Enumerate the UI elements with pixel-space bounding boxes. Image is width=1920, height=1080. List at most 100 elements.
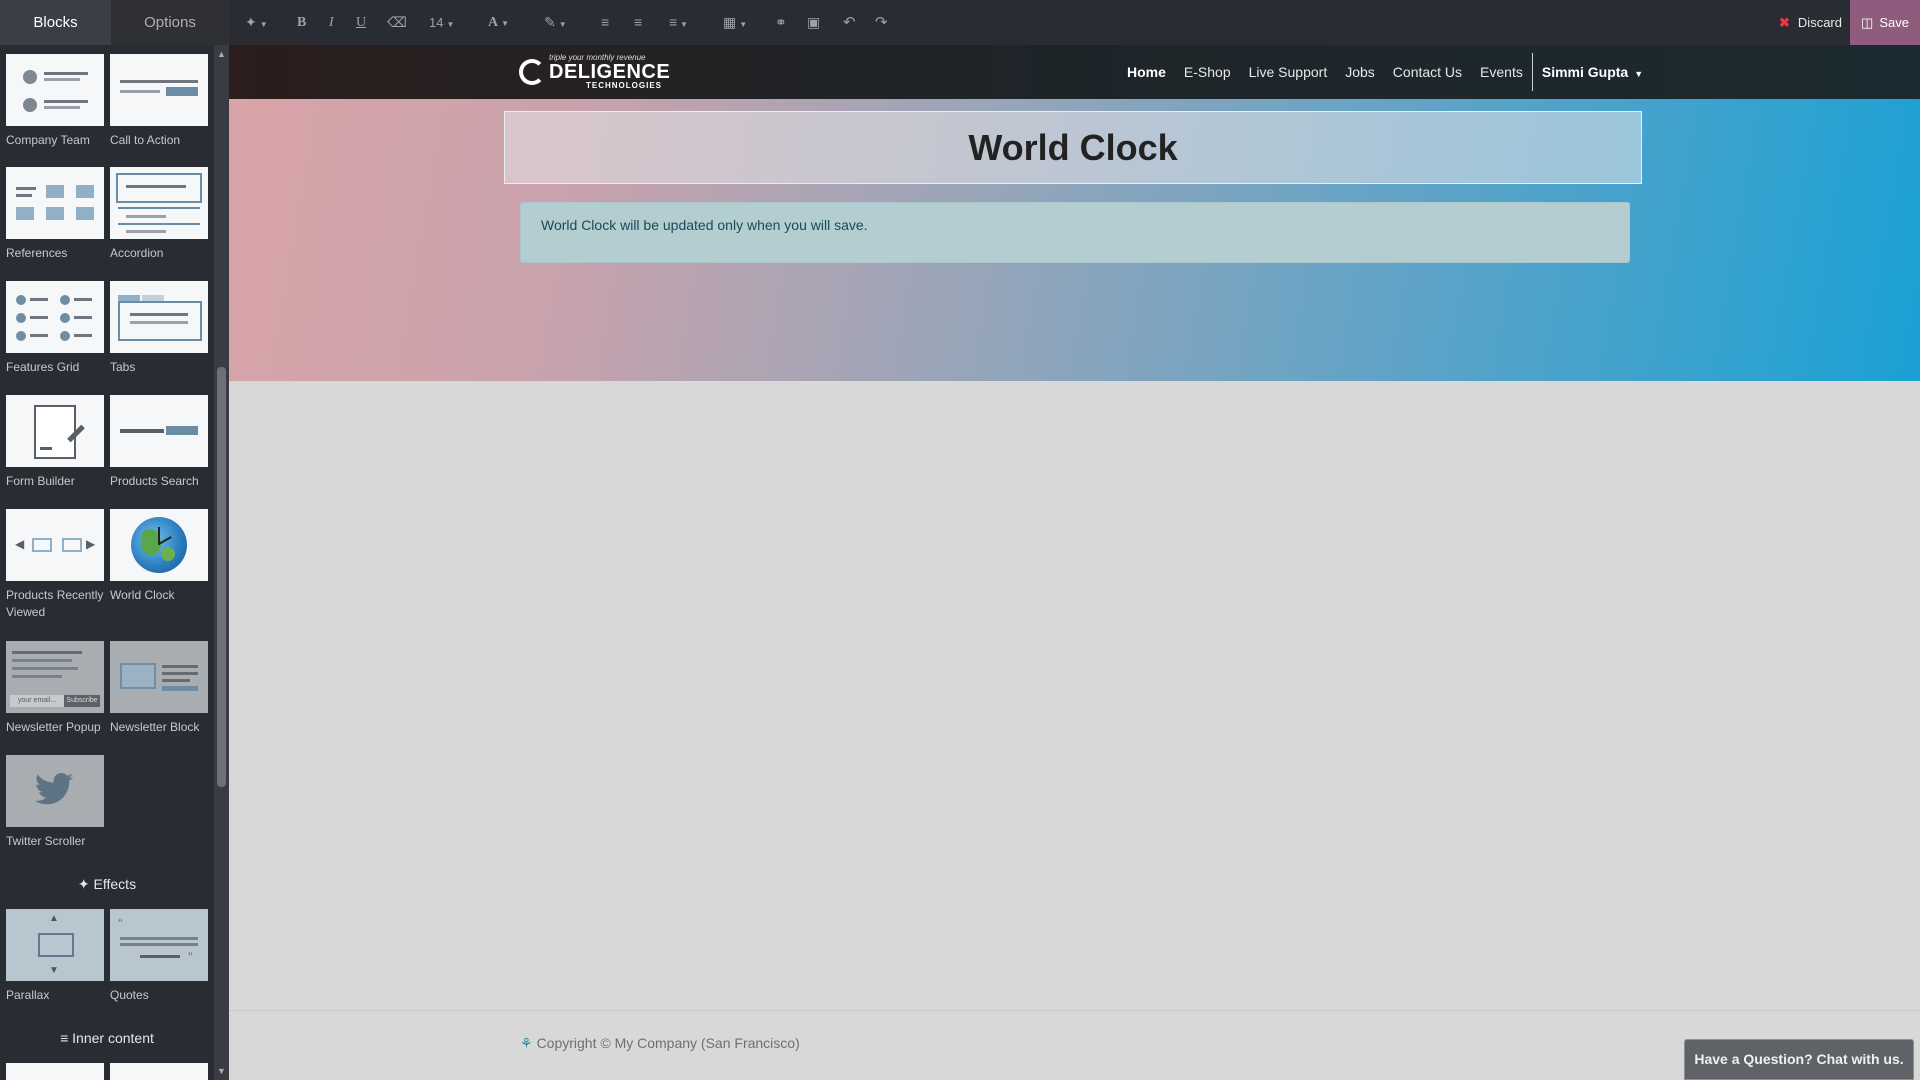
block-newsletter-block[interactable]: Newsletter Block	[110, 641, 208, 736]
block-label: Accordion	[110, 246, 164, 260]
section-effects: ✦ Effects	[0, 876, 214, 893]
save-button[interactable]: ◫ Save	[1850, 0, 1920, 45]
bullet-list-button[interactable]: ≡	[601, 0, 609, 45]
brush-icon: ✎	[544, 14, 556, 30]
redo-button[interactable]: ↷	[875, 0, 888, 45]
menu-item-eshop[interactable]: E-Shop	[1184, 64, 1231, 80]
underline-button[interactable]: U	[356, 0, 366, 45]
logo-mark-icon	[519, 59, 545, 85]
newsletter-email-field: your email...	[10, 695, 64, 707]
image-button[interactable]: ▣	[807, 0, 820, 45]
discard-label: Discard	[1797, 15, 1842, 30]
table-icon: ▦	[723, 14, 737, 30]
block-label: Newsletter Popup	[6, 720, 101, 734]
menu-item-live-support[interactable]: Live Support	[1249, 64, 1328, 80]
block-accordion[interactable]: Accordion	[110, 167, 208, 262]
paragraph-align-dropdown[interactable]: ≡ ▼	[669, 0, 688, 45]
quote-close-icon: ”	[188, 949, 193, 965]
font-color-icon: A	[488, 15, 499, 30]
scroll-up-icon[interactable]: ▲	[217, 49, 226, 59]
block-references[interactable]: References	[6, 167, 104, 262]
sidebar-scrollbar[interactable]: ▲ ▼	[214, 45, 229, 1080]
block-twitter-scroller[interactable]: Twitter Scroller	[6, 755, 104, 850]
block-products-search[interactable]: Products Search	[110, 395, 208, 490]
quote-open-icon: “	[118, 915, 123, 931]
inner-content-thumbnail[interactable]	[6, 1063, 104, 1080]
footer-copyright: ⚘ Copyright © My Company (San Francisco)	[520, 1035, 800, 1052]
redo-icon: ↷	[875, 14, 888, 31]
tab-options[interactable]: Options	[111, 0, 229, 45]
inner-content-thumbnail[interactable]	[110, 1063, 208, 1080]
accordion-thumbnail	[110, 167, 208, 239]
block-quotes[interactable]: “ ” Quotes	[110, 909, 208, 1004]
indent-icon: ≡	[60, 1030, 69, 1046]
menu-item-events[interactable]: Events	[1480, 64, 1523, 80]
block-label: Quotes	[110, 988, 149, 1002]
font-size-dropdown[interactable]: 14 ▼	[429, 0, 454, 45]
globe-clock-icon	[131, 517, 187, 573]
discard-button[interactable]: ✖ Discard	[1769, 0, 1852, 45]
block-label: Twitter Scroller	[6, 834, 86, 848]
user-menu-dropdown[interactable]: Simmi Gupta ▼	[1542, 64, 1643, 80]
eraser-icon: ⌫	[387, 14, 407, 30]
undo-button[interactable]: ↶	[843, 0, 856, 45]
block-world-clock[interactable]: World Clock	[110, 509, 208, 604]
eraser-button[interactable]: ⌫	[387, 0, 407, 45]
block-call-to-action[interactable]: Call to Action	[110, 54, 208, 149]
tab-blocks[interactable]: Blocks	[0, 0, 111, 45]
italic-button[interactable]: I	[329, 0, 334, 45]
twitter-bird-icon	[34, 773, 74, 805]
twitter-scroller-thumbnail	[6, 755, 104, 827]
editor-toolbar: ✦ ▼ B I U ⌫ 14 ▼ A ▼ ✎ ▼ ≡ ≡ ≡ ▼ ▦ ▼ ⚭ ▣ ↶ ↷ ✖…	[229, 0, 1920, 45]
menu-item-jobs[interactable]: Jobs	[1345, 64, 1375, 80]
magic-style-dropdown[interactable]: ✦ ▼	[245, 0, 268, 45]
newsletter-subscribe-button: Subscribe	[64, 695, 100, 707]
block-newsletter-popup[interactable]: your email... Subscribe Newsletter Popup	[6, 641, 104, 736]
block-tabs[interactable]: Tabs	[110, 281, 208, 376]
menu-item-home[interactable]: Home	[1127, 64, 1166, 80]
website-canvas: triple your monthly revenue DELIGENCE TE…	[229, 45, 1920, 1080]
chevron-right-icon: ▶	[86, 537, 96, 551]
bug-icon: ⚘	[520, 1035, 533, 1051]
block-label: Features Grid	[6, 360, 80, 374]
features-grid-thumbnail	[6, 281, 104, 353]
block-label: Products Recently Viewed	[6, 588, 104, 619]
block-form-builder[interactable]: Form Builder	[6, 395, 104, 490]
scroll-down-icon[interactable]: ▼	[217, 1066, 226, 1076]
call-to-action-thumbnail	[110, 54, 208, 126]
live-chat-button[interactable]: Have a Question? Chat with us.	[1684, 1039, 1914, 1080]
undo-icon: ↶	[843, 14, 856, 31]
products-search-thumbnail	[110, 395, 208, 467]
block-label: Form Builder	[6, 474, 75, 488]
block-features-grid[interactable]: Features Grid	[6, 281, 104, 376]
block-products-recently-viewed[interactable]: ◀ ▶ Products Recently Viewed	[6, 509, 104, 621]
menu-item-contact-us[interactable]: Contact Us	[1393, 64, 1462, 80]
link-icon: ⚭	[775, 14, 787, 30]
page-title-box[interactable]: World Clock	[504, 111, 1642, 184]
company-team-thumbnail	[6, 54, 104, 126]
save-label: Save	[1879, 15, 1909, 30]
link-button[interactable]: ⚭	[775, 0, 787, 45]
block-label: World Clock	[110, 588, 175, 602]
block-label: Company Team	[6, 133, 90, 147]
section-title-effects: Effects	[93, 876, 137, 892]
numbered-list-button[interactable]: ≡	[634, 0, 642, 45]
scrollbar-thumb[interactable]	[217, 367, 226, 787]
bold-button[interactable]: B	[297, 0, 306, 45]
image-icon: ▣	[807, 14, 821, 30]
quotes-thumbnail: “ ”	[110, 909, 208, 981]
sidebar-tabs: Blocks Options	[0, 0, 229, 45]
close-icon: ✖	[1779, 15, 1790, 30]
newsletter-popup-thumbnail: your email... Subscribe	[6, 641, 104, 713]
section-title-inner-content: Inner content	[72, 1030, 154, 1046]
tabs-thumbnail	[110, 281, 208, 353]
align-left-icon: ≡	[669, 14, 678, 30]
form-builder-thumbnail	[6, 395, 104, 467]
block-company-team[interactable]: Company Team	[6, 54, 104, 149]
arrow-up-icon: ▲	[49, 913, 59, 924]
block-parallax[interactable]: ▲ ▼ Parallax	[6, 909, 104, 1004]
table-dropdown[interactable]: ▦ ▼	[723, 0, 747, 45]
parallax-thumbnail: ▲ ▼	[6, 909, 104, 981]
font-color-dropdown[interactable]: A ▼	[488, 0, 509, 45]
background-color-dropdown[interactable]: ✎ ▼	[544, 0, 567, 45]
